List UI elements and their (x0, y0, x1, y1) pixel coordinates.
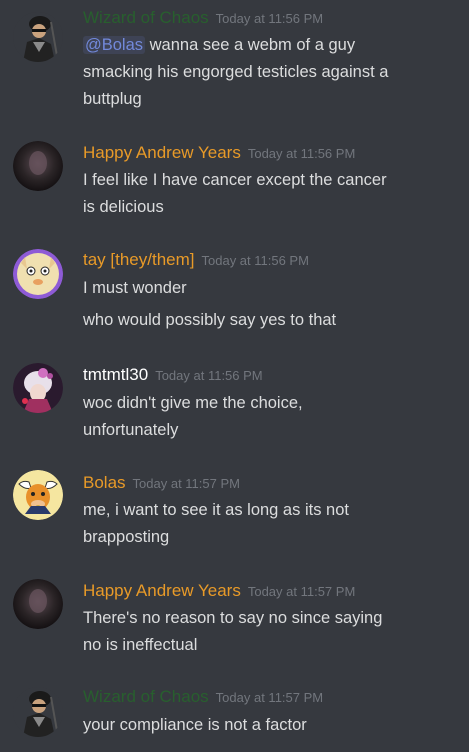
message-text: me, i want to see it as long as its not (83, 501, 349, 519)
timestamp: Today at 11:57 PM (215, 690, 324, 705)
author-name[interactable]: Wizard of Chaos (83, 687, 209, 706)
timestamp: Today at 11:56 PM (215, 11, 324, 26)
message-text: smacking his engorged testicles against … (83, 63, 389, 81)
timestamp: Today at 11:56 PM (247, 146, 356, 161)
timestamp: Today at 11:57 PM (132, 476, 240, 491)
message-text: unfortunately (83, 421, 179, 439)
message-text: is delicious (83, 198, 164, 216)
message-text: There's no reason to say no since saying (83, 609, 383, 627)
message-text: brapposting (83, 528, 170, 546)
author-name[interactable]: tmtmtl30 (83, 365, 148, 384)
cartoon-cat-avatar[interactable] (13, 249, 63, 299)
author-name[interactable]: Bolas (83, 473, 126, 492)
message-text: your compliance is not a factor (83, 716, 307, 734)
bull-avatar[interactable] (13, 470, 63, 520)
timestamp: Today at 11:56 PM (155, 368, 263, 383)
anime-girl-avatar[interactable] (13, 363, 63, 413)
message-text: woc didn't give me the choice, (83, 394, 303, 412)
author-name[interactable]: Happy Andrew Years (83, 143, 241, 162)
dark-face-avatar[interactable] (13, 141, 63, 191)
dark-face-avatar[interactable] (13, 579, 63, 629)
message-text: I must wonder (83, 279, 187, 297)
timestamp: Today at 11:56 PM (201, 253, 309, 268)
author-name[interactable]: Happy Andrew Years (83, 581, 241, 600)
user-mention[interactable]: @Bolas (83, 36, 146, 54)
wizard-avatar[interactable] (13, 687, 63, 737)
author-name[interactable]: tay [they/them] (83, 250, 195, 269)
message-text: @Bolas wanna see a webm of a guy (83, 36, 356, 54)
message-text: no is ineffectual (83, 636, 198, 654)
message-text: buttplug (83, 90, 142, 108)
author-name[interactable]: Wizard of Chaos (83, 8, 209, 27)
message-text: I feel like I have cancer except the can… (83, 171, 387, 189)
timestamp: Today at 11:57 PM (247, 584, 356, 599)
message-text: who would possibly say yes to that (83, 311, 337, 329)
wizard-avatar[interactable] (13, 12, 63, 62)
